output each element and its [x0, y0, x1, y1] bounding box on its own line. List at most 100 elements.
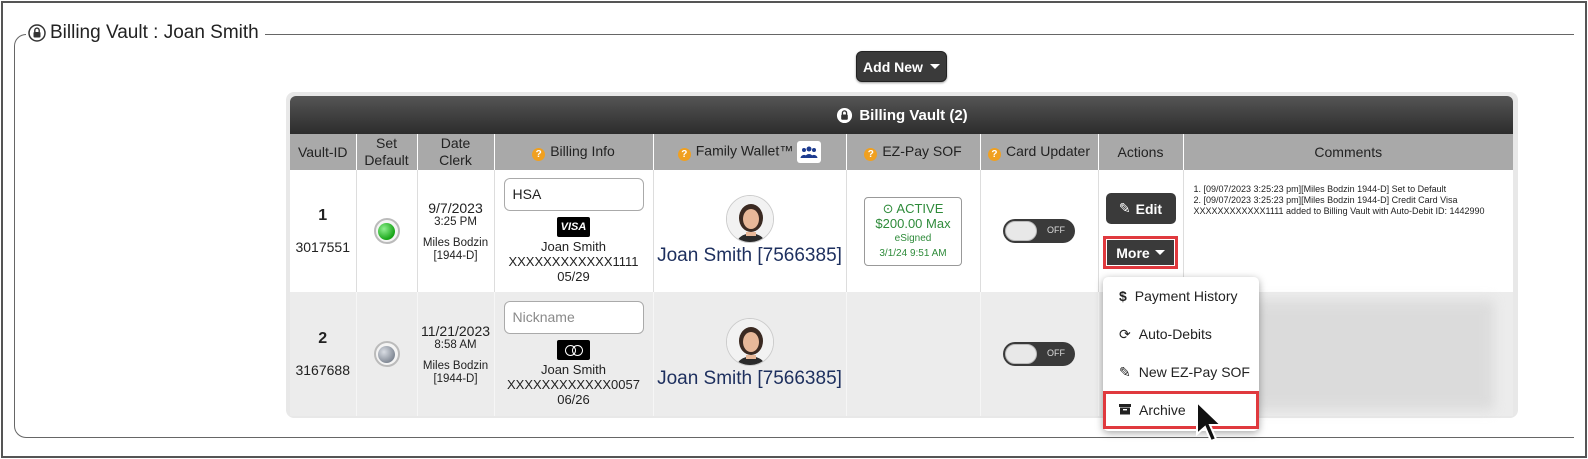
nickname-field[interactable]: HSA: [503, 178, 644, 211]
col-set-default-line2: Default: [364, 152, 409, 168]
vault-number: 3017551: [295, 239, 350, 255]
ezpay-status: ACTIVE: [896, 200, 944, 216]
date-clerk-cell: 9/7/2023 3:25 PM Miles Bodzin [1944-D]: [417, 170, 495, 292]
set-default-cell: [356, 292, 418, 416]
mastercard-icon: [557, 340, 590, 360]
vault-index: 1: [318, 207, 328, 224]
date-clerk-cell: 11/21/2023 8:58 AM Miles Bodzin [1944-D]: [417, 292, 495, 416]
card-updater-toggle[interactable]: OFF: [1003, 342, 1075, 366]
col-date-line2: Clerk: [439, 152, 472, 168]
vault-header-text: Billing Vault (2): [859, 106, 968, 124]
help-icon[interactable]: ?: [987, 148, 1001, 161]
set-default-cell: [356, 170, 418, 292]
time-text: 8:58 AM: [434, 338, 477, 351]
edit-button[interactable]: ✎ Edit: [1105, 193, 1176, 224]
help-icon[interactable]: ?: [677, 147, 691, 161]
more-button[interactable]: More: [1107, 240, 1174, 265]
col-family-wallet-label: Family Wallet™: [695, 142, 794, 159]
card-updater-cell: OFF: [980, 292, 1099, 416]
vault-index: 2: [318, 330, 328, 347]
col-comments: Comments: [1183, 134, 1513, 170]
page-title-text: Billing Vault : Joan Smith: [50, 22, 259, 43]
col-set-default[interactable]: Set Default: [356, 134, 418, 170]
more-dropdown-menu: $ Payment History ⟳ Auto-Debits ✎ New EZ…: [1103, 277, 1259, 431]
comment-line: XXXXXXXXXXXX1111 added to Billing Vault …: [1193, 206, 1485, 216]
card-expiry: 05/29: [557, 269, 590, 284]
card-holder: Joan Smith: [540, 239, 607, 254]
family-wallet-cell: Joan Smith [7566385]: [653, 170, 847, 292]
help-icon[interactable]: ?: [864, 148, 878, 161]
pencil-icon: ✎: [1119, 363, 1131, 380]
more-button-highlight: More: [1103, 236, 1178, 269]
archive-icon: [1119, 402, 1131, 418]
col-set-default-line1: Set: [375, 135, 397, 151]
menu-item-auto-debits[interactable]: ⟳ Auto-Debits: [1103, 315, 1259, 353]
menu-item-label: New EZ-Pay SOF: [1138, 364, 1250, 380]
lock-icon: [835, 106, 853, 124]
comment-line: 2. [09/07/2023 3:25:23 pm][Miles Bodzin …: [1193, 195, 1458, 205]
col-billing-info[interactable]: ? Billing Info: [494, 134, 654, 170]
visa-icon: VISA: [557, 217, 590, 237]
family-member-link[interactable]: Joan Smith [7566385]: [654, 245, 846, 267]
clerk-id: [1944-D]: [433, 249, 478, 262]
col-date-clerk[interactable]: Date Clerk: [417, 134, 495, 170]
card-holder: Joan Smith: [540, 362, 607, 377]
col-vault-id[interactable]: Vault-ID: [290, 134, 357, 170]
avatar[interactable]: [725, 195, 774, 243]
family-member-link[interactable]: Joan Smith [7566385]: [654, 368, 846, 390]
billing-info-cell: HSA VISA Joan Smith XXXXXXXXXXXX1111 05/…: [494, 170, 654, 292]
toggle-label: OFF: [1047, 225, 1065, 235]
ezpay-date: 3/1/24 9:51 AM: [879, 247, 947, 259]
table-header-row: Vault-ID Set Default Date Clerk ? Billing I…: [290, 134, 1513, 170]
family-group-icon[interactable]: [797, 141, 822, 163]
refresh-icon: ⟳: [1119, 325, 1131, 342]
clerk-id: [1944-D]: [433, 372, 478, 385]
menu-item-payment-history[interactable]: $ Payment History: [1103, 277, 1259, 315]
ezpay-cell: ⊙ ACTIVE $200.00 Max eSigned 3/1/24 9:51…: [846, 170, 981, 292]
card-updater-toggle[interactable]: OFF: [1003, 219, 1075, 243]
menu-item-archive[interactable]: Archive: [1103, 391, 1259, 429]
col-ezpay[interactable]: ? EZ-Pay SOF: [846, 134, 981, 170]
col-billing-info-label: Billing Info: [550, 143, 615, 159]
blurred-comments: [1240, 300, 1494, 410]
more-label: More: [1116, 244, 1150, 261]
nickname-field[interactable]: Nickname: [503, 301, 644, 334]
edit-label: Edit: [1135, 200, 1163, 217]
col-actions: Actions: [1098, 134, 1184, 170]
col-card-updater-label: Card Updater: [1005, 143, 1091, 159]
page-title: Billing Vault : Joan Smith: [26, 22, 265, 44]
caret-down-icon: [1154, 250, 1165, 255]
add-new-button[interactable]: Add New: [856, 51, 947, 82]
set-default-radio[interactable]: [373, 341, 400, 367]
set-default-radio[interactable]: [373, 218, 400, 244]
col-family-wallet[interactable]: ? Family Wallet™: [653, 134, 847, 170]
card-updater-cell: OFF: [980, 170, 1099, 292]
col-date-line1: Date: [440, 135, 471, 151]
ezpay-status-box[interactable]: ⊙ ACTIVE $200.00 Max eSigned 3/1/24 9:51…: [864, 196, 962, 266]
menu-item-new-ezpay-sof[interactable]: ✎ New EZ-Pay SOF: [1103, 353, 1259, 391]
avatar[interactable]: [725, 318, 774, 366]
date-text: 11/21/2023: [420, 322, 491, 339]
ezpay-signed: eSigned: [894, 232, 932, 244]
comments-cell: 1. [09/07/2023 3:25:23 pm][Miles Bodzin …: [1183, 170, 1513, 292]
lock-icon: [28, 24, 46, 42]
time-text: 3:25 PM: [434, 215, 477, 228]
toggle-label: OFF: [1047, 348, 1065, 358]
actions-cell: ✎ Edit More: [1098, 170, 1184, 292]
add-new-label: Add New: [863, 58, 923, 75]
help-icon[interactable]: ?: [532, 148, 546, 161]
dollar-icon: $: [1119, 288, 1127, 304]
billing-info-cell: Nickname Joan Smith XXXXXXXXXXXX0057 06/…: [494, 292, 654, 416]
menu-item-label: Auto-Debits: [1138, 326, 1212, 342]
col-card-updater[interactable]: ? Card Updater: [980, 134, 1099, 170]
vault-id-cell: 2 3167688: [290, 292, 357, 416]
clerk-name: Miles Bodzin: [422, 236, 489, 249]
family-wallet-cell: Joan Smith [7566385]: [653, 292, 847, 416]
edit-icon: ✎: [1118, 200, 1131, 216]
check-circle-icon: ⊙: [882, 200, 894, 216]
date-text: 9/7/2023: [428, 199, 483, 216]
card-number: XXXXXXXXXXXX0057: [507, 377, 640, 392]
clerk-name: Miles Bodzin: [422, 359, 489, 372]
vault-number: 3167688: [295, 362, 350, 378]
ezpay-cell: [846, 292, 981, 416]
